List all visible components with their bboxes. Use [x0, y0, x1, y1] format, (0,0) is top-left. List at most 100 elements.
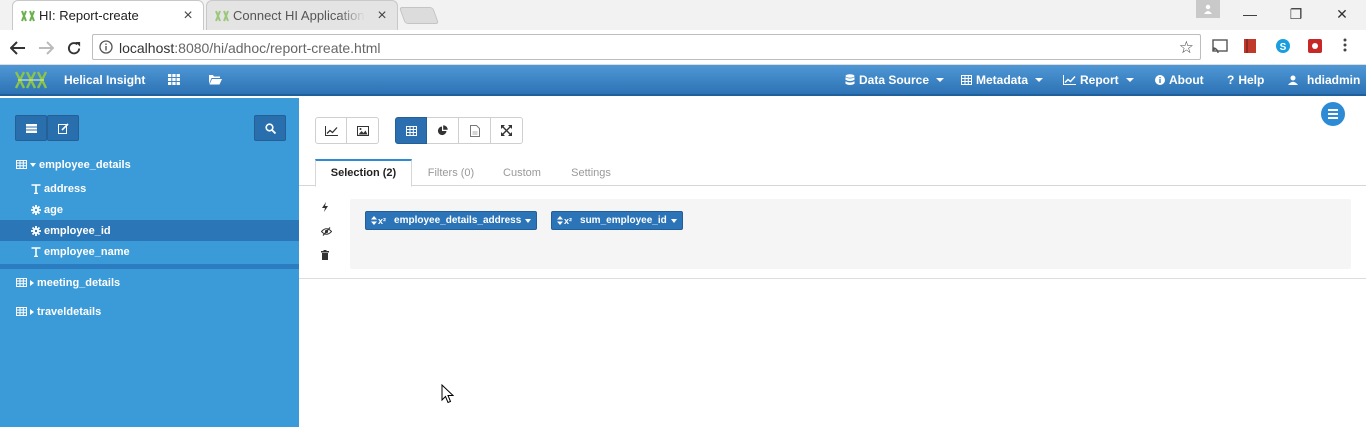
group-divider: [0, 264, 299, 269]
profile-button[interactable]: [1196, 0, 1220, 18]
browser-tabstrip: HI: Report-create × Connect HI Applicati…: [0, 0, 1366, 30]
menu-bar-icon: [1328, 109, 1338, 111]
table-node-employee-details[interactable]: employee_details: [0, 154, 299, 175]
caret-right-icon: [30, 279, 34, 286]
gear-icon: [31, 204, 41, 215]
eye-slash-icon[interactable]: [321, 227, 332, 237]
help-menu[interactable]: ? Help: [1227, 73, 1264, 87]
field-chip-label: sum_employee_id: [580, 215, 667, 226]
minimize-button[interactable]: —: [1236, 0, 1264, 28]
table-icon: [405, 125, 417, 136]
red-extension-icon[interactable]: [1307, 38, 1325, 56]
field-chip-prefix: x²: [557, 216, 580, 226]
metadata-menu[interactable]: Metadata: [961, 73, 1044, 87]
helical-logo-icon[interactable]: [14, 70, 50, 90]
metadata-sidebar: employee_details address age employee_id…: [0, 98, 299, 427]
editor-tabs: Selection (2) Filters (0) Custom Setting…: [299, 159, 1366, 187]
fullscreen-button[interactable]: [491, 117, 523, 144]
url-path: :8080/hi/adhoc/report-create.html: [174, 40, 381, 56]
pie-chart-icon: [437, 125, 448, 136]
table-view-button[interactable]: [395, 117, 427, 144]
column-name: address: [44, 182, 87, 195]
column-node-employee-name[interactable]: employee_name: [0, 241, 299, 262]
chart-image-buttons: [315, 117, 379, 144]
search-button[interactable]: [254, 115, 286, 141]
close-tab-icon[interactable]: ×: [375, 8, 389, 24]
app-navbar: Helical Insight Data Source Metadata Rep…: [0, 65, 1366, 96]
column-node-age[interactable]: age: [0, 199, 299, 220]
tab-settings[interactable]: Settings: [563, 159, 619, 187]
about-menu[interactable]: About: [1155, 73, 1204, 87]
expand-icon: [501, 125, 512, 136]
field-chip-sum-employee-id[interactable]: x² sum_employee_id: [551, 211, 683, 230]
data-source-menu[interactable]: Data Source: [845, 73, 945, 87]
info-icon: [1155, 75, 1165, 85]
reload-icon[interactable]: [64, 38, 84, 58]
url-host: localhost: [119, 40, 175, 56]
close-window-button[interactable]: ✕: [1328, 0, 1356, 28]
field-chip-address[interactable]: x² employee_details_address: [365, 211, 538, 230]
line-chart-icon: [1063, 75, 1076, 85]
selected-fields-dropzone[interactable]: x² employee_details_address x² sum_emplo…: [350, 199, 1351, 269]
restore-button[interactable]: ❐: [1282, 0, 1310, 28]
caret-down-icon: [1125, 78, 1134, 82]
caret-down-icon: [525, 218, 532, 223]
metadata-label: Metadata: [976, 73, 1029, 87]
bolt-icon[interactable]: [321, 202, 331, 212]
skype-extension-icon[interactable]: S: [1275, 38, 1293, 56]
question-icon: ?: [1227, 73, 1235, 87]
table-name: employee_details: [39, 158, 131, 171]
bookmark-star-icon[interactable]: ☆: [1179, 38, 1194, 58]
report-label: Report: [1080, 73, 1119, 87]
column-node-address[interactable]: address: [0, 178, 299, 199]
browser-tab-connect-hi[interactable]: Connect HI Application w ×: [206, 0, 398, 30]
column-name: age: [44, 203, 63, 216]
column-node-employee-id[interactable]: employee_id: [0, 220, 299, 241]
table-node-traveldetails[interactable]: traveldetails: [0, 301, 299, 322]
info-icon[interactable]: [99, 40, 113, 54]
trash-icon[interactable]: [321, 250, 331, 260]
report-menu[interactable]: Report: [1063, 73, 1134, 87]
file-icon: [469, 124, 480, 137]
image-button[interactable]: [347, 117, 379, 144]
help-label: Help: [1238, 73, 1265, 87]
back-arrow-icon[interactable]: [8, 38, 28, 58]
pie-view-button[interactable]: [427, 117, 459, 144]
caret-right-icon: [30, 308, 34, 315]
sort-icon: [557, 216, 563, 225]
list-view-button[interactable]: [15, 115, 47, 141]
hamburger-menu-button[interactable]: [1321, 102, 1345, 126]
red-book-extension-icon[interactable]: [1243, 38, 1261, 56]
url-text: localhost:8080/hi/adhoc/report-create.ht…: [119, 40, 381, 56]
caret-down-icon: [936, 78, 945, 82]
tab-custom[interactable]: Custom: [495, 159, 549, 187]
user-menu[interactable]: hdiadmin: [1288, 73, 1360, 87]
new-tab-button[interactable]: [398, 7, 440, 24]
more-menu-icon[interactable]: [1343, 38, 1349, 56]
chart-button[interactable]: [315, 117, 347, 144]
tab-selection[interactable]: Selection (2): [315, 159, 412, 187]
close-tab-icon[interactable]: ×: [181, 8, 195, 24]
table-icon: [16, 307, 27, 316]
gear-icon: [31, 225, 41, 236]
mouse-cursor-icon: [441, 384, 454, 404]
table-name: meeting_details: [37, 276, 121, 289]
table-icon: [16, 160, 27, 169]
edit-button[interactable]: [47, 115, 79, 141]
tab-filters[interactable]: Filters (0): [417, 159, 485, 187]
column-name: employee_id: [44, 224, 111, 237]
address-bar[interactable]: localhost:8080/hi/adhoc/report-create.ht…: [92, 34, 1201, 60]
forward-arrow-icon[interactable]: [36, 38, 56, 58]
cast-icon[interactable]: [1211, 38, 1229, 56]
report-editor: Selection (2) Filters (0) Custom Setting…: [299, 98, 1366, 427]
column-name: employee_name: [44, 245, 130, 258]
browser-tab-report-create[interactable]: HI: Report-create ×: [12, 0, 204, 30]
text-type-icon: [31, 246, 41, 257]
folder-open-icon[interactable]: [209, 74, 222, 85]
image-icon: [356, 125, 369, 136]
table-node-meeting-details[interactable]: meeting_details: [0, 272, 299, 293]
data-source-label: Data Source: [859, 73, 930, 87]
grid-icon[interactable]: [168, 74, 180, 85]
export-view-button[interactable]: [459, 117, 491, 144]
app-brand[interactable]: Helical Insight: [64, 73, 145, 87]
